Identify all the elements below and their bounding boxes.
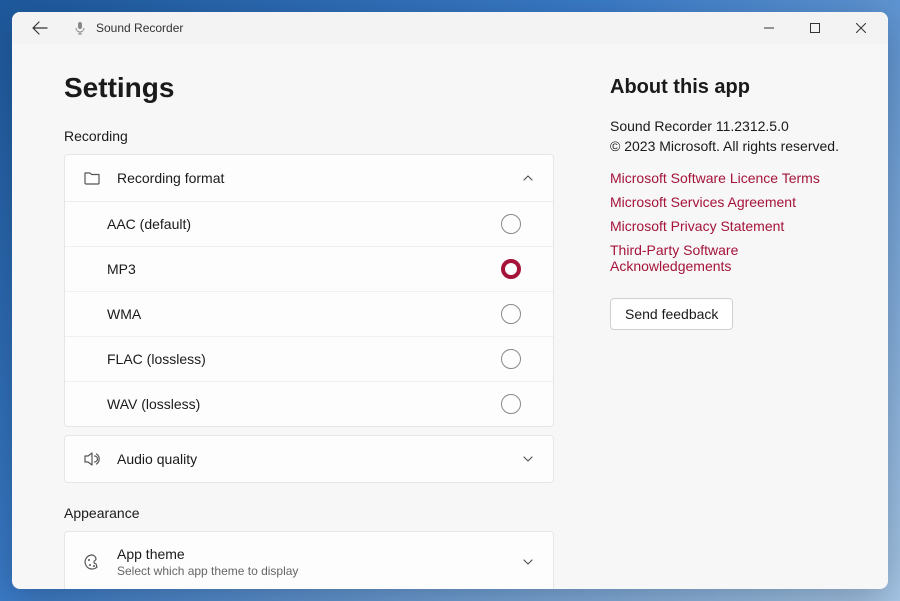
about-version: Sound Recorder 11.2312.5.0: [610, 117, 844, 137]
send-feedback-button[interactable]: Send feedback: [610, 298, 733, 330]
chevron-down-icon: [521, 452, 535, 466]
app-theme-subtitle: Select which app theme to display: [117, 564, 505, 578]
about-title: About this app: [610, 76, 844, 99]
back-button[interactable]: [24, 12, 56, 44]
titlebar: Sound Recorder: [12, 12, 888, 44]
window-controls: [746, 12, 884, 44]
chevron-up-icon: [521, 171, 535, 185]
about-links: Microsoft Software Licence Terms Microso…: [610, 170, 844, 274]
folder-icon: [83, 169, 101, 187]
close-button[interactable]: [838, 12, 884, 44]
format-option-wav[interactable]: WAV (lossless): [65, 382, 553, 426]
chevron-down-icon: [521, 555, 535, 569]
link-privacy-statement[interactable]: Microsoft Privacy Statement: [610, 218, 844, 234]
format-label: FLAC (lossless): [107, 351, 501, 367]
audio-quality-expander[interactable]: Audio quality: [64, 435, 554, 483]
radio-indicator: [501, 349, 521, 369]
link-services-agreement[interactable]: Microsoft Services Agreement: [610, 194, 844, 210]
recording-format-options: AAC (default) MP3 WMA FLAC (lossless): [65, 201, 553, 426]
link-licence-terms[interactable]: Microsoft Software Licence Terms: [610, 170, 844, 186]
minimize-icon: [764, 23, 774, 33]
radio-indicator: [501, 259, 521, 279]
radio-indicator: [501, 304, 521, 324]
microphone-icon: [73, 21, 87, 35]
audio-quality-header[interactable]: Audio quality: [65, 436, 553, 482]
format-label: MP3: [107, 261, 501, 277]
content-area: Settings Recording Recording format AAC …: [12, 44, 888, 589]
radio-indicator: [501, 214, 521, 234]
section-recording-label: Recording: [64, 128, 554, 144]
page-title: Settings: [64, 72, 554, 104]
format-option-flac[interactable]: FLAC (lossless): [65, 337, 553, 382]
recording-format-expander: Recording format AAC (default) MP3: [64, 154, 554, 427]
palette-icon: [83, 553, 101, 571]
maximize-icon: [810, 23, 820, 33]
format-label: AAC (default): [107, 216, 501, 232]
close-icon: [856, 23, 866, 33]
app-window: Sound Recorder Settings Recording: [12, 12, 888, 589]
format-label: WMA: [107, 306, 501, 322]
app-theme-expander[interactable]: App theme Select which app theme to disp…: [64, 531, 554, 589]
format-option-aac[interactable]: AAC (default): [65, 202, 553, 247]
audio-quality-title: Audio quality: [117, 451, 505, 467]
main-column: Settings Recording Recording format AAC …: [64, 72, 554, 589]
format-option-mp3[interactable]: MP3: [65, 247, 553, 292]
recording-format-title: Recording format: [117, 170, 505, 186]
minimize-button[interactable]: [746, 12, 792, 44]
radio-indicator: [501, 394, 521, 414]
app-title: Sound Recorder: [96, 21, 183, 35]
format-label: WAV (lossless): [107, 396, 501, 412]
app-theme-title: App theme: [117, 546, 505, 562]
speaker-icon: [83, 450, 101, 468]
app-theme-header[interactable]: App theme Select which app theme to disp…: [65, 532, 553, 589]
maximize-button[interactable]: [792, 12, 838, 44]
format-option-wma[interactable]: WMA: [65, 292, 553, 337]
app-icon: [72, 20, 88, 36]
about-copyright: © 2023 Microsoft. All rights reserved.: [610, 137, 844, 157]
about-column: About this app Sound Recorder 11.2312.5.…: [610, 72, 844, 589]
section-appearance-label: Appearance: [64, 505, 554, 521]
link-third-party[interactable]: Third-Party Software Acknowledgements: [610, 242, 844, 274]
recording-format-header[interactable]: Recording format: [65, 155, 553, 201]
back-arrow-icon: [32, 20, 48, 36]
